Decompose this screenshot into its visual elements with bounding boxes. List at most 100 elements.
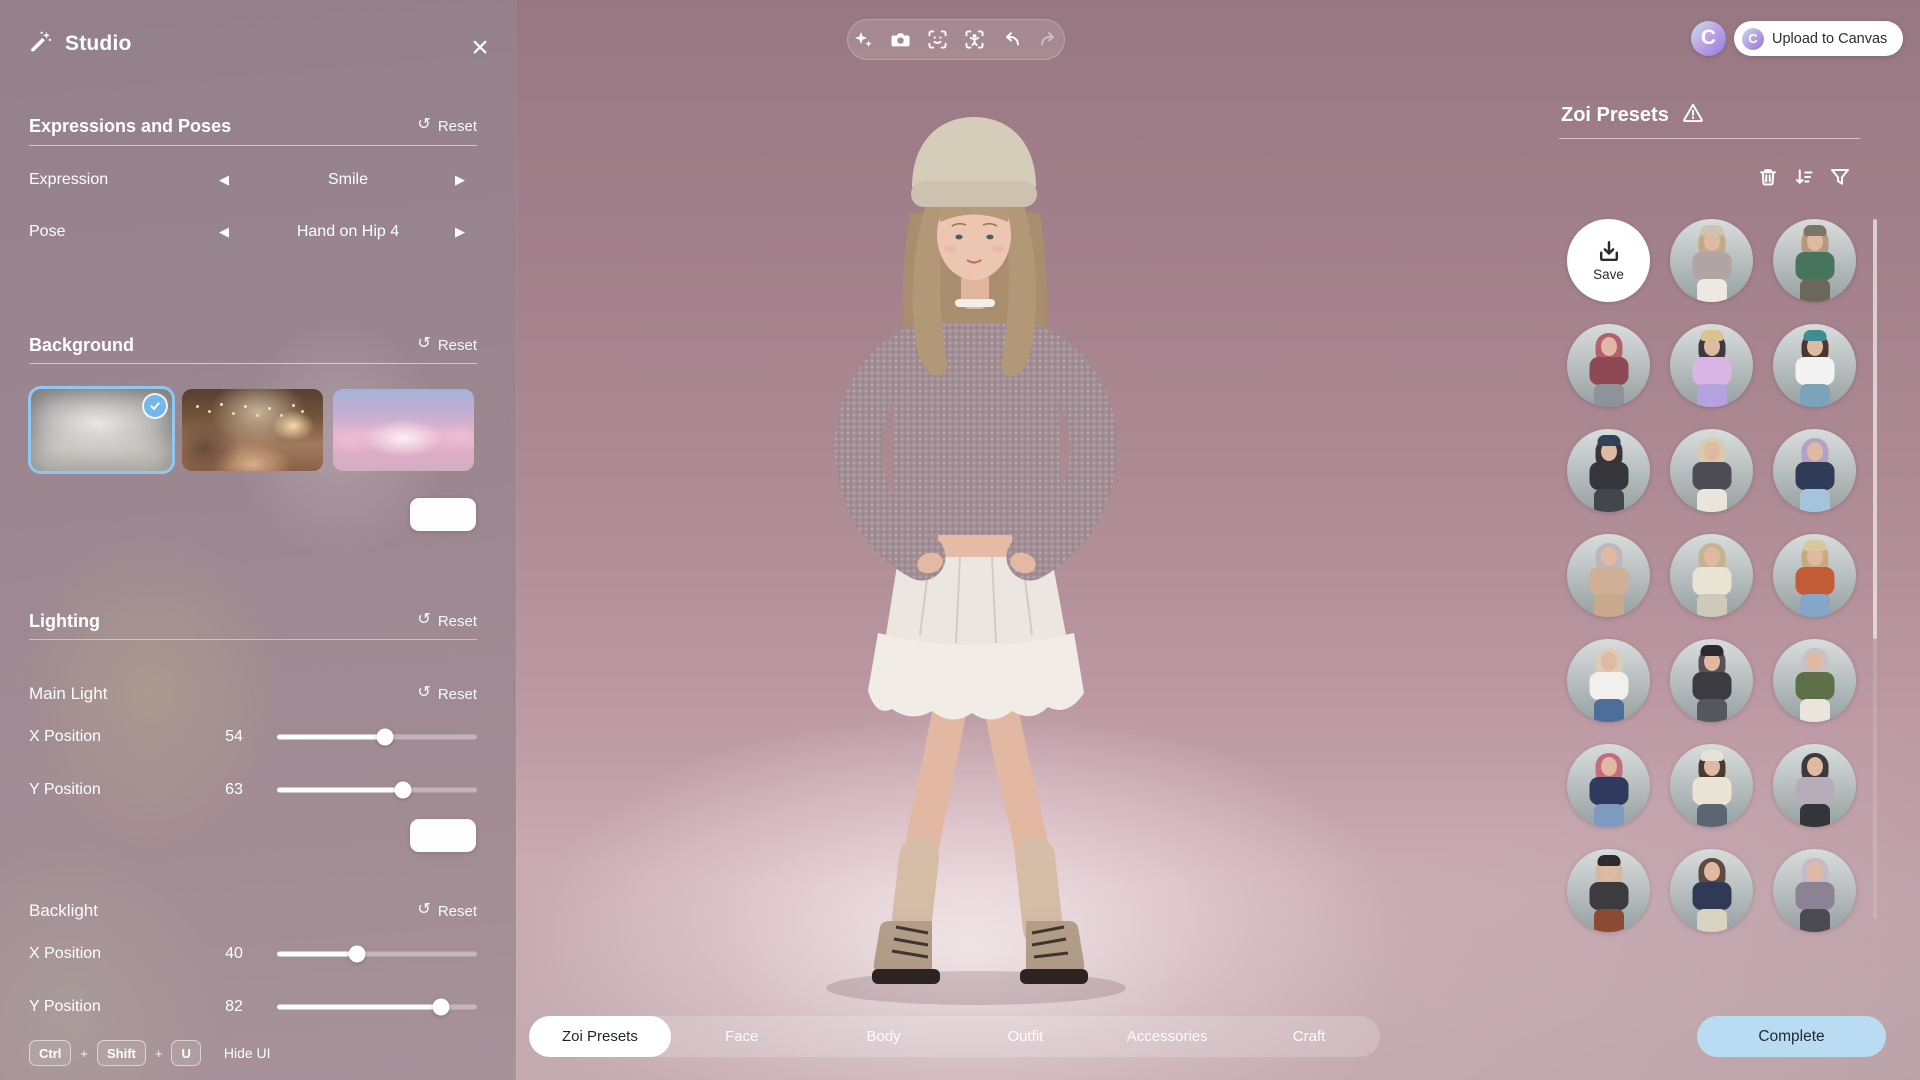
preset-bob-navy-blazer[interactable] — [1670, 849, 1753, 932]
expressions-poses-title: Expressions and Poses — [29, 116, 231, 137]
reset-icon: ↺ — [417, 902, 430, 918]
complete-button[interactable]: Complete — [1697, 1016, 1886, 1057]
plus-separator: + — [80, 1046, 88, 1061]
pose-next-arrow[interactable]: ▶ — [455, 224, 465, 240]
reset-main-light-button[interactable]: ↺ Reset — [417, 686, 477, 703]
app-logo-badge[interactable]: C — [1691, 21, 1726, 56]
backlight-y-slider[interactable] — [277, 998, 477, 1016]
hotkey-hint: Ctrl + Shift + U Hide UI — [29, 1040, 271, 1066]
plus-separator: + — [155, 1046, 163, 1061]
key-chip-u: U — [171, 1040, 200, 1066]
background-option-studio-backdrop[interactable] — [31, 389, 172, 471]
reset-background-button[interactable]: ↺ Reset — [417, 337, 477, 354]
viewport-toolbar — [847, 19, 1065, 60]
reset-backlight-button[interactable]: ↺ Reset — [417, 903, 477, 920]
background-options — [31, 389, 474, 471]
main-light-x-value: 54 — [204, 728, 264, 746]
presets-divider — [1559, 138, 1860, 139]
main-light-color-swatch[interactable] — [410, 819, 476, 852]
preset-windbreaker-shades[interactable] — [1773, 849, 1856, 932]
background-title: Background — [29, 335, 134, 356]
presets-actions — [1559, 166, 1851, 188]
filter-icon[interactable] — [1829, 166, 1851, 188]
presets-scrollbar[interactable] — [1873, 219, 1877, 919]
bottom-tabs: Zoi PresetsFaceBodyOutfitAccessoriesCraf… — [529, 1016, 1380, 1057]
pose-prev-arrow[interactable]: ◀ — [219, 224, 229, 240]
preset-pink-hair-hoodie[interactable] — [1567, 324, 1650, 407]
character-render — [780, 95, 1180, 1015]
main-light-x-slider[interactable] — [277, 728, 477, 746]
studio-panel: Studio × Expressions and Poses ↺ Reset E… — [0, 0, 516, 1080]
pose-value: Hand on Hip 4 — [240, 223, 456, 241]
upload-to-canvas-button[interactable]: C Upload to Canvas — [1734, 21, 1903, 56]
reset-expressions-button[interactable]: ↺ Reset — [417, 118, 477, 135]
scrollbar-thumb[interactable] — [1873, 219, 1877, 639]
save-preset-button[interactable]: Save — [1567, 219, 1650, 302]
close-panel-button[interactable]: × — [460, 28, 500, 68]
main-light-y-value: 63 — [204, 781, 264, 799]
presets-panel-title: Zoi Presets — [1561, 104, 1669, 127]
panel-title: Studio — [65, 32, 132, 56]
camera-icon[interactable] — [891, 30, 911, 50]
expression-prev-arrow[interactable]: ◀ — [219, 172, 229, 188]
preset-varsity-jacket[interactable] — [1567, 744, 1650, 827]
tab-zoi-presets[interactable]: Zoi Presets — [529, 1016, 671, 1057]
sort-icon[interactable] — [1793, 166, 1815, 188]
slider-thumb[interactable] — [395, 782, 412, 799]
slider-thumb[interactable] — [433, 999, 450, 1016]
reset-icon: ↺ — [417, 336, 430, 352]
preset-twintails-navy[interactable] — [1773, 429, 1856, 512]
preset-sequin-jacket[interactable] — [1773, 744, 1856, 827]
preset-beige-dress[interactable] — [1567, 534, 1650, 617]
preset-white-jacket-dress[interactable] — [1567, 639, 1650, 722]
preset-headphones-sweater[interactable] — [1670, 744, 1753, 827]
warning-icon[interactable] — [1682, 102, 1704, 129]
face-capture-icon[interactable] — [928, 30, 948, 50]
reset-lighting-button[interactable]: ↺ Reset — [417, 613, 477, 630]
lighting-title: Lighting — [29, 611, 100, 632]
tab-outfit[interactable]: Outfit — [954, 1016, 1096, 1057]
reset-icon: ↺ — [417, 612, 430, 628]
tab-body[interactable]: Body — [813, 1016, 955, 1057]
tab-accessories[interactable]: Accessories — [1096, 1016, 1238, 1057]
redo-icon[interactable] — [1039, 30, 1059, 50]
main-light-x-label: X Position — [29, 728, 101, 746]
backlight-y-value: 82 — [204, 998, 264, 1016]
selected-check-icon — [144, 395, 166, 417]
save-label: Save — [1593, 267, 1624, 282]
tab-craft[interactable]: Craft — [1238, 1016, 1380, 1057]
key-chip-shift: Shift — [97, 1040, 146, 1066]
delete-preset-icon[interactable] — [1757, 166, 1779, 188]
undo-icon[interactable] — [1002, 30, 1022, 50]
preset-buzzcut-bomber[interactable] — [1670, 429, 1753, 512]
preset-straw-hat-dress[interactable] — [1670, 324, 1753, 407]
slider-thumb[interactable] — [377, 729, 394, 746]
preset-beret-black-shirt[interactable] — [1670, 639, 1753, 722]
background-option-cozy-room[interactable] — [182, 389, 323, 471]
key-chip-ctrl: Ctrl — [29, 1040, 71, 1066]
preset-cap-leather-pants[interactable] — [1567, 849, 1650, 932]
reset-icon: ↺ — [417, 117, 430, 133]
preset-cap-layered-jacket[interactable] — [1567, 429, 1650, 512]
preset-orange-shirt[interactable] — [1773, 534, 1856, 617]
backlight-x-label: X Position — [29, 945, 101, 963]
body-capture-icon[interactable] — [965, 30, 985, 50]
presets-grid: Save — [1567, 219, 1857, 932]
preset-green-jacket[interactable] — [1773, 219, 1856, 302]
main-light-y-slider[interactable] — [277, 781, 477, 799]
hide-ui-label[interactable]: Hide UI — [224, 1045, 271, 1061]
preset-cream-cardigan[interactable] — [1670, 534, 1753, 617]
preset-teal-beanie-tee[interactable] — [1773, 324, 1856, 407]
sparkles-icon[interactable] — [854, 30, 874, 50]
background-option-dreamy-sky[interactable] — [333, 389, 474, 471]
main-light-y-label: Y Position — [29, 781, 101, 799]
backlight-x-slider[interactable] — [277, 945, 477, 963]
preset-knit-beanie[interactable] — [1670, 219, 1753, 302]
magic-wand-icon — [29, 30, 52, 58]
reset-icon: ↺ — [417, 685, 430, 701]
background-color-swatch[interactable] — [410, 498, 476, 531]
expression-next-arrow[interactable]: ▶ — [455, 172, 465, 188]
slider-thumb[interactable] — [349, 946, 366, 963]
tab-face[interactable]: Face — [671, 1016, 813, 1057]
preset-green-bomber[interactable] — [1773, 639, 1856, 722]
